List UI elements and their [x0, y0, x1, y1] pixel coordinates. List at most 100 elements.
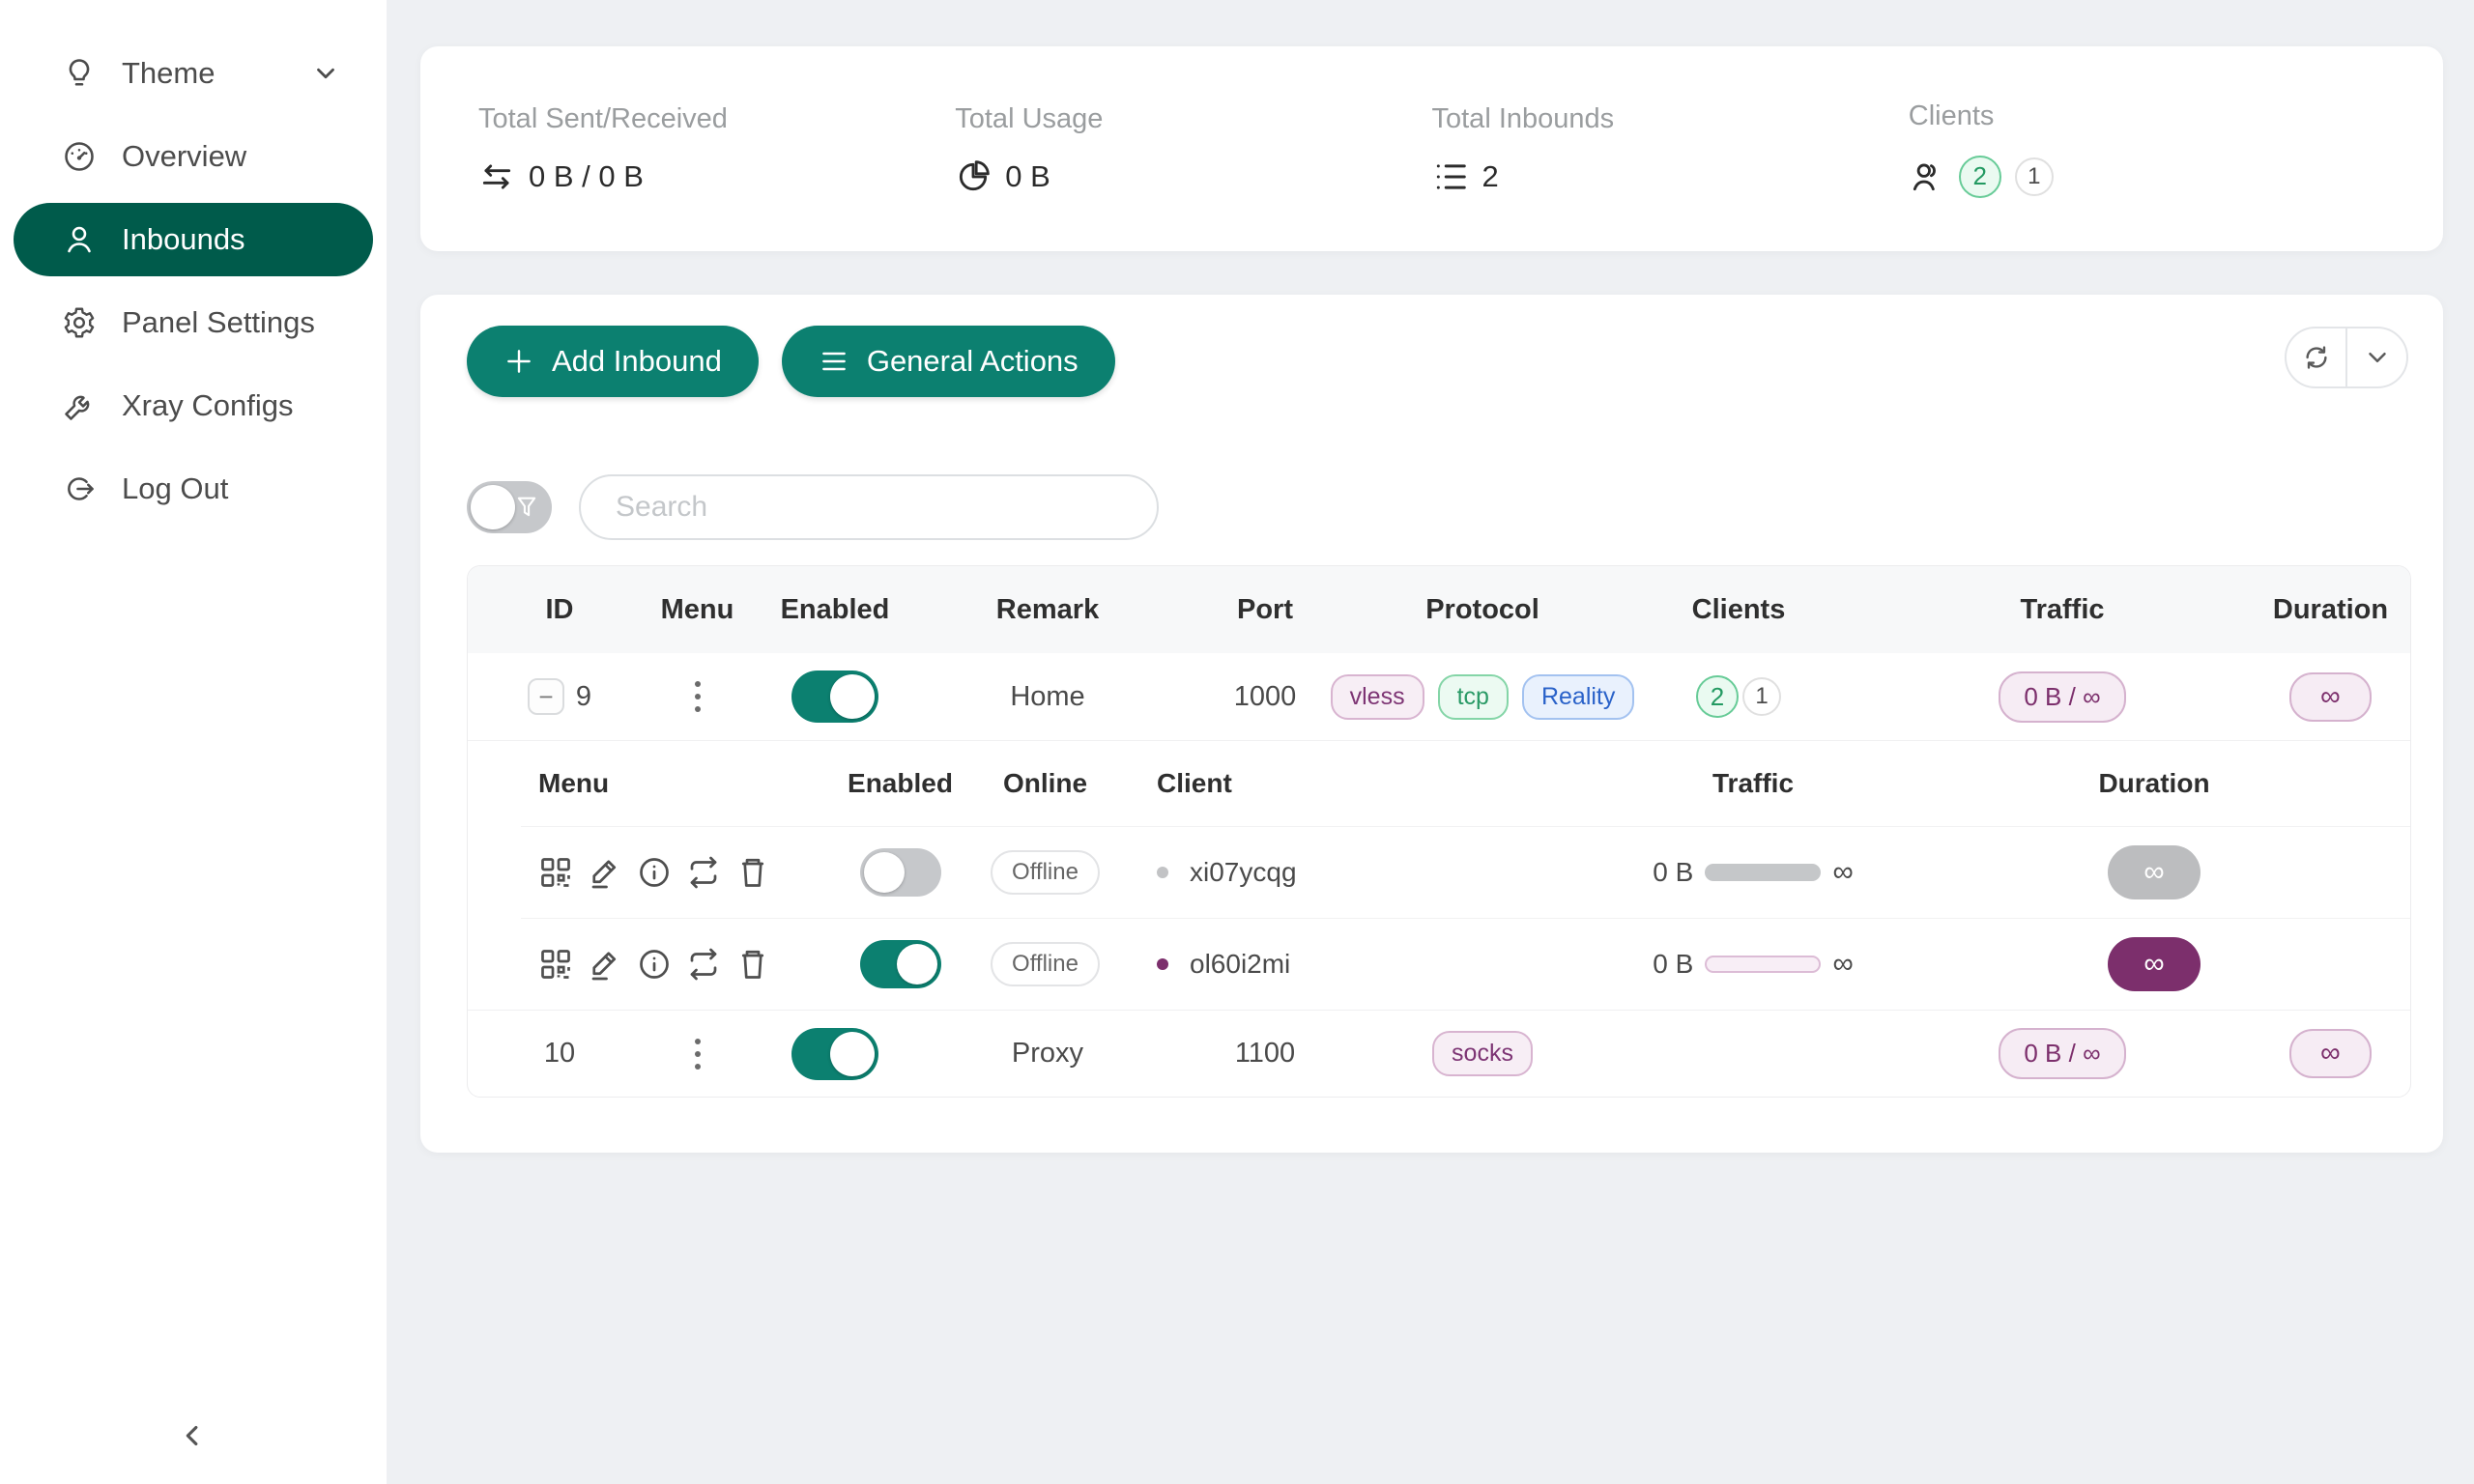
delete-icon[interactable]: [735, 947, 770, 982]
protocol-tag-socks: socks: [1432, 1031, 1533, 1076]
client-duration-badge: ∞: [2108, 845, 2201, 899]
col-header-id: ID: [468, 594, 651, 626]
qr-code-icon[interactable]: [538, 947, 573, 982]
refresh-options-button[interactable]: [2345, 328, 2406, 386]
traffic-limit: ∞: [1832, 948, 1853, 981]
add-inbound-button[interactable]: Add Inbound: [467, 326, 759, 397]
inbound-enabled-toggle[interactable]: [791, 1028, 878, 1080]
sidebar-item-label: Log Out: [122, 471, 228, 506]
inbounds-table: ID Menu Enabled Remark Port Protocol Cli…: [467, 565, 2411, 1098]
inbound-9-clients-section: Menu Enabled Online Client Traffic Durat…: [468, 740, 2410, 1010]
client-enabled-toggle[interactable]: [860, 940, 941, 988]
sidebar-item-overview[interactable]: Overview: [14, 120, 373, 193]
stat-value: 0 B: [1005, 159, 1050, 194]
client-enabled-toggle[interactable]: [860, 848, 941, 897]
traffic-progress-bar: [1705, 864, 1821, 881]
inbound-remark: Proxy: [927, 1038, 1168, 1070]
sub-col-header-client: Client: [1120, 768, 1507, 799]
row-menu-button[interactable]: [689, 1033, 706, 1075]
online-status-badge: Offline: [991, 942, 1100, 986]
duration-pill: ∞: [2289, 672, 2372, 722]
col-header-enabled: Enabled: [743, 594, 927, 626]
protocol-tag-tcp: tcp: [1438, 674, 1509, 720]
toolbar: Add Inbound General Actions: [467, 326, 1115, 397]
inbound-id: 9: [576, 681, 591, 713]
col-header-clients: Clients: [1603, 594, 1874, 626]
traffic-pill: 0 B / ∞: [1999, 1028, 2125, 1079]
stat-total-inbounds: Total Inbounds 2: [1432, 103, 1909, 195]
client-status-dot: [1157, 958, 1168, 970]
chevron-down-icon: [311, 59, 340, 88]
sidebar-item-theme[interactable]: Theme: [14, 37, 373, 110]
people-icon: [1909, 158, 1945, 195]
info-icon[interactable]: [637, 947, 672, 982]
table-row-inbound-9: − 9 Home 1000 vless tcp Reality 2 1 0 B …: [468, 653, 2410, 740]
info-icon[interactable]: [637, 855, 672, 890]
search-input[interactable]: [579, 474, 1159, 540]
sidebar-item-label: Overview: [122, 139, 246, 174]
filter-icon: [513, 494, 540, 521]
refresh-button[interactable]: [2287, 328, 2345, 386]
traffic-limit: ∞: [1832, 856, 1853, 889]
reset-traffic-icon[interactable]: [686, 947, 721, 982]
stat-label: Total Sent/Received: [478, 103, 955, 135]
hamburger-icon: [819, 346, 849, 377]
sidebar-collapse-button[interactable]: [170, 1413, 216, 1459]
client-name: ol60i2mi: [1190, 949, 1290, 980]
client-row-xi07ycqg: Offline xi07ycqg 0 B ∞ ∞: [521, 826, 2410, 918]
edit-icon[interactable]: [588, 855, 622, 890]
delete-icon[interactable]: [735, 855, 770, 890]
stat-label: Clients: [1909, 100, 2385, 132]
traffic-progress-bar: [1705, 956, 1821, 973]
inbound-enabled-toggle[interactable]: [791, 671, 878, 723]
sidebar-item-log-out[interactable]: Log Out: [14, 452, 373, 526]
inbound-remark: Home: [927, 681, 1168, 713]
client-traffic-used: 0 B: [1653, 949, 1693, 980]
stat-label: Total Inbounds: [1432, 103, 1909, 135]
reset-traffic-icon[interactable]: [686, 855, 721, 890]
stats-card: Total Sent/Received 0 B / 0 B Total Usag…: [420, 46, 2443, 251]
sidebar-item-xray-configs[interactable]: Xray Configs: [14, 369, 373, 442]
sub-col-header-traffic: Traffic: [1507, 768, 1999, 799]
general-actions-button[interactable]: General Actions: [782, 326, 1115, 397]
stat-value: 0 B / 0 B: [529, 159, 644, 194]
client-status-dot: [1157, 867, 1168, 878]
row-menu-button[interactable]: [689, 675, 706, 718]
client-traffic-used: 0 B: [1653, 857, 1693, 888]
client-name: xi07ycqg: [1190, 857, 1297, 888]
pie-icon: [955, 158, 992, 195]
stat-clients: Clients 2 1: [1909, 100, 2385, 198]
sidebar-item-inbounds[interactable]: Inbounds: [14, 203, 373, 276]
edit-icon[interactable]: [588, 947, 622, 982]
stat-value: 2: [1482, 159, 1499, 194]
col-header-protocol: Protocol: [1362, 594, 1603, 626]
table-row-inbound-10: 10 Proxy 1100 socks 0 B / ∞ ∞: [468, 1010, 2410, 1097]
client-duration-badge: ∞: [2108, 937, 2201, 991]
table-header-row: ID Menu Enabled Remark Port Protocol Cli…: [468, 566, 2410, 653]
protocol-tag-vless: vless: [1331, 674, 1424, 720]
lightbulb-icon: [62, 56, 97, 91]
online-status-badge: Offline: [991, 850, 1100, 895]
list-icon: [1432, 158, 1469, 195]
collapse-row-button[interactable]: −: [528, 678, 564, 715]
clients-online-badge: 2: [1696, 675, 1739, 718]
refresh-icon: [2302, 343, 2331, 372]
col-header-traffic: Traffic: [1874, 594, 2251, 626]
sub-col-header-enabled: Enabled: [830, 768, 970, 799]
user-icon: [62, 222, 97, 257]
duration-pill: ∞: [2289, 1029, 2372, 1078]
sub-col-header-menu: Menu: [521, 768, 830, 799]
col-header-port: Port: [1168, 594, 1362, 626]
plus-icon: [503, 346, 534, 377]
qr-code-icon[interactable]: [538, 855, 573, 890]
sidebar-item-label: Panel Settings: [122, 305, 315, 340]
col-header-remark: Remark: [927, 594, 1168, 626]
inbounds-panel: Add Inbound General Actions: [420, 295, 2443, 1153]
filter-toggle[interactable]: [467, 481, 552, 533]
clients-depleted-badge: 1: [2015, 157, 2054, 196]
refresh-split-button: [2285, 327, 2408, 388]
general-actions-label: General Actions: [867, 344, 1079, 379]
sidebar-item-panel-settings[interactable]: Panel Settings: [14, 286, 373, 359]
sub-col-header-online: Online: [970, 768, 1120, 799]
search-row: [467, 474, 1159, 540]
